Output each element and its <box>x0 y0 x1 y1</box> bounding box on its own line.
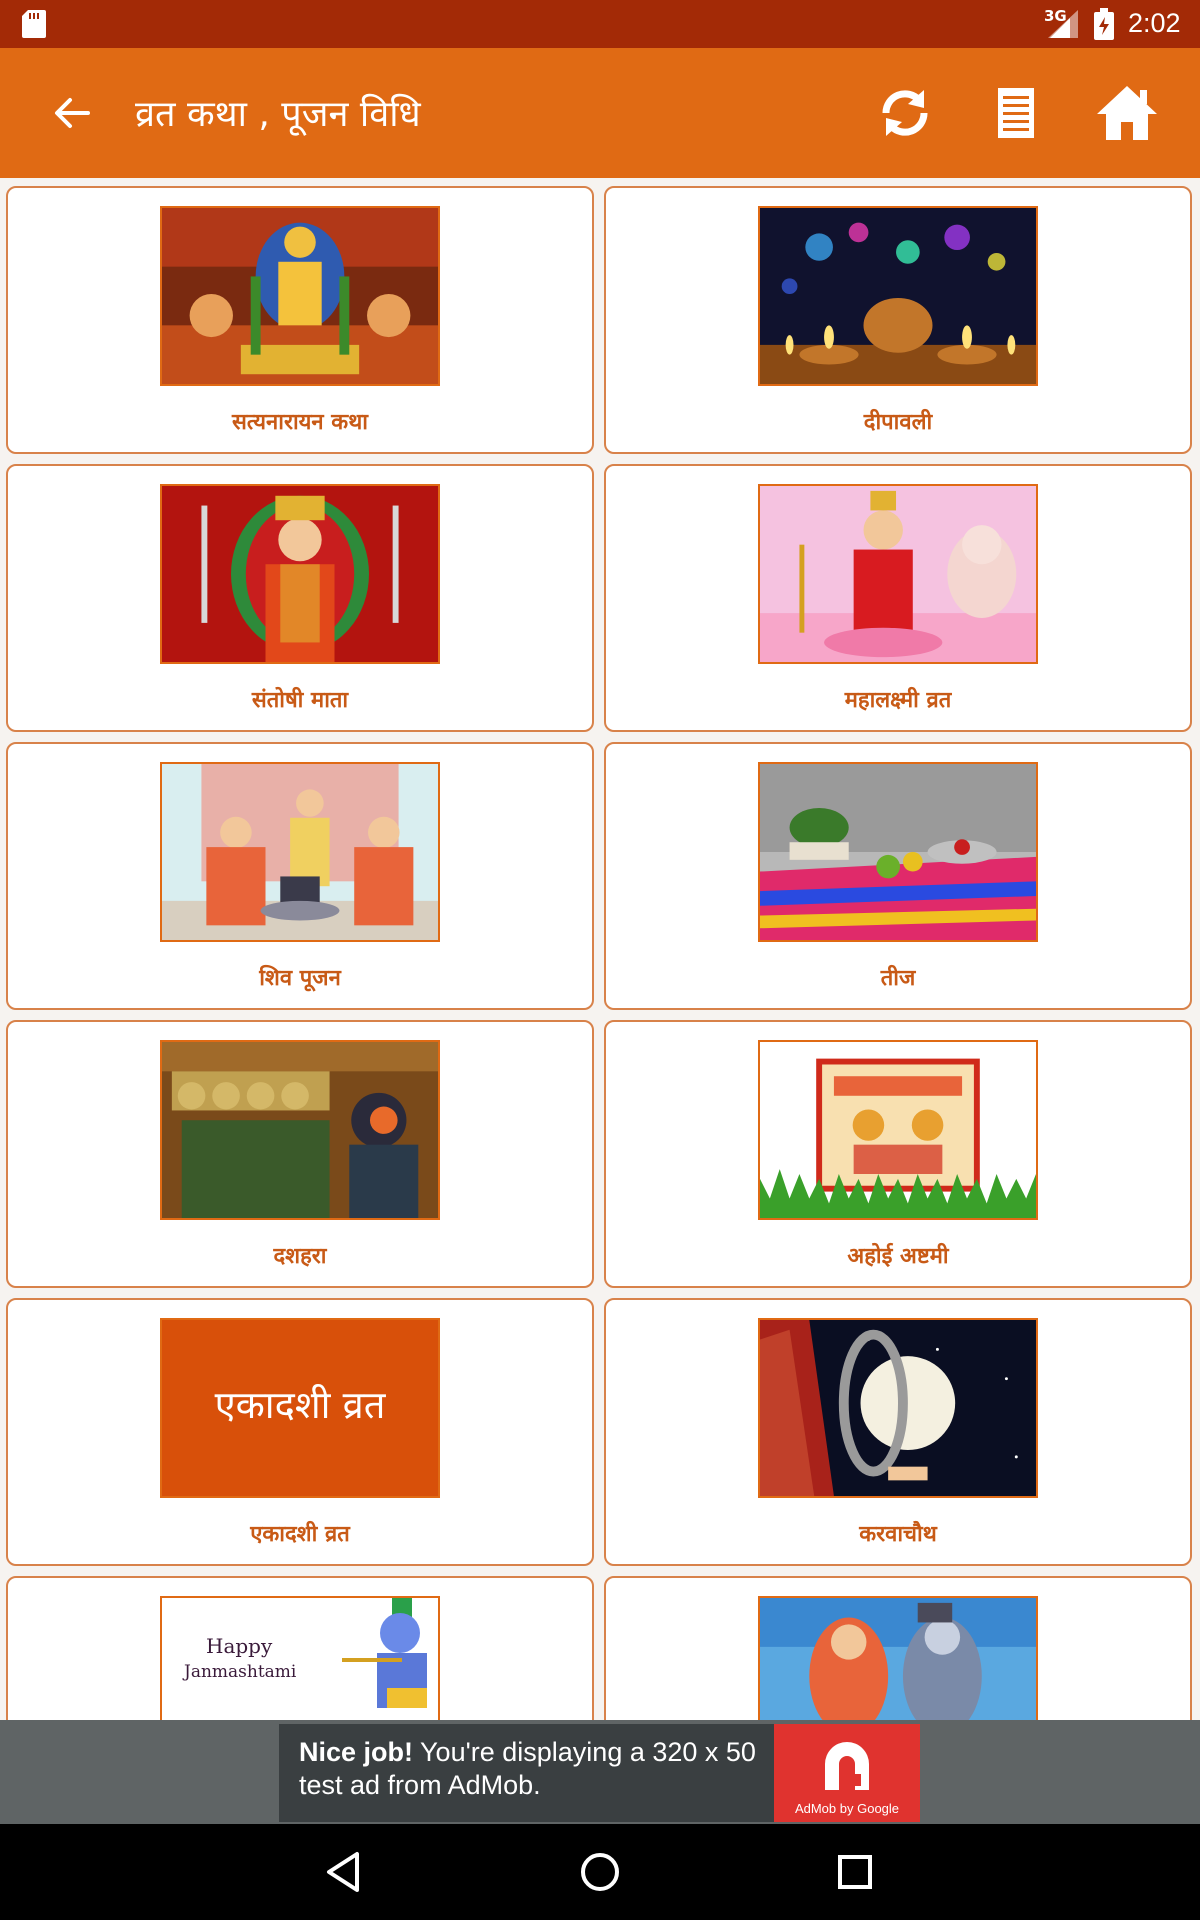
card-janmashtami[interactable]: Happy Janmashtami <box>6 1576 594 1720</box>
card-teej[interactable]: तीज <box>604 742 1192 1010</box>
list-icon[interactable] <box>983 80 1049 146</box>
nav-home-icon[interactable] <box>570 1842 630 1902</box>
ad-content[interactable]: Nice job! You're displaying a 320 x 50 t… <box>279 1724 920 1822</box>
card-santoshi-mata[interactable]: संतोषी माता <box>6 464 594 732</box>
admob-icon <box>825 1742 869 1790</box>
vrat-katha-grid: सत्यनारायन कथा दीपावली संतोषी माता महालक… <box>0 178 1200 1720</box>
thumb-mahalakshmi <box>758 484 1038 664</box>
ad-banner[interactable]: Nice job! You're displaying a 320 x 50 t… <box>0 1720 1200 1824</box>
thumb-ahoi-ashtami <box>758 1040 1038 1220</box>
card-label: सत्यनारायन कथा <box>232 410 368 435</box>
status-bar: 3G 2:02 <box>0 0 1200 48</box>
page-title: व्रत कथा , पूजन विधि <box>135 94 421 135</box>
card-label: दीपावली <box>863 410 933 435</box>
nav-recents-icon[interactable] <box>825 1842 885 1902</box>
thumb-satyanarayan <box>160 206 440 386</box>
card-label: अहोई अष्टमी <box>847 1244 949 1269</box>
card-karwachauth[interactable]: करवाचौथ <box>604 1298 1192 1566</box>
thumb-karwachauth <box>758 1318 1038 1498</box>
card-shiv-poojan[interactable]: शिव पूजन <box>6 742 594 1010</box>
card-label: शिव पूजन <box>259 966 341 991</box>
app-toolbar: व्रत कथा , पूजन विधि <box>0 48 1200 178</box>
home-icon[interactable] <box>1094 80 1160 146</box>
card-mahalakshmi-vrat[interactable]: महालक्ष्मी व्रत <box>604 464 1192 732</box>
card-label: एकादशी व्रत <box>250 1522 350 1547</box>
admob-logo-label: AdMob by Google <box>794 1801 900 1816</box>
signal-icon <box>1048 10 1078 38</box>
thumb-ekadashi: एकादशी व्रत <box>160 1318 440 1498</box>
card-label: दशहरा <box>273 1244 327 1269</box>
card-deepawali[interactable]: दीपावली <box>604 186 1192 454</box>
ad-text: Nice job! You're displaying a 320 x 50 t… <box>299 1736 769 1802</box>
thumb-text-happy: Happy <box>206 1634 273 1658</box>
thumb-title-text: एकादशी व्रत <box>214 1383 386 1427</box>
thumb-janmashtami: Happy Janmashtami <box>160 1596 440 1720</box>
nav-back-icon[interactable] <box>315 1842 375 1902</box>
battery-icon <box>1094 8 1114 40</box>
card-label: संतोषी माता <box>251 688 349 713</box>
sd-card-icon <box>22 10 46 38</box>
card-ahoi-ashtami[interactable]: अहोई अष्टमी <box>604 1020 1192 1288</box>
system-nav-bar <box>0 1824 1200 1920</box>
card-ekadashi-vrat[interactable]: एकादशी व्रत एकादशी व्रत <box>6 1298 594 1566</box>
back-arrow-icon[interactable] <box>48 89 96 137</box>
card-satyanarayan-katha[interactable]: सत्यनारायन कथा <box>6 186 594 454</box>
card-label: तीज <box>880 966 916 991</box>
admob-logo: AdMob by Google <box>774 1724 920 1822</box>
thumb-dussehra <box>160 1040 440 1220</box>
thumb-teej <box>758 762 1038 942</box>
thumb-shiv-parvati <box>758 1596 1038 1720</box>
krishna-figure <box>342 1598 427 1708</box>
thumb-deepawali <box>758 206 1038 386</box>
thumb-shiv-poojan <box>160 762 440 942</box>
card-shiv-parvati[interactable] <box>604 1576 1192 1720</box>
refresh-icon[interactable] <box>872 80 938 146</box>
clock: 2:02 <box>1128 8 1181 38</box>
card-label: करवाचौथ <box>859 1522 937 1547</box>
thumb-text-janmashtami: Janmashtami <box>184 1662 297 1682</box>
ad-headline: Nice job! <box>299 1737 414 1767</box>
thumb-santoshi-mata <box>160 484 440 664</box>
card-dussehra[interactable]: दशहरा <box>6 1020 594 1288</box>
card-label: महालक्ष्मी व्रत <box>844 688 952 713</box>
